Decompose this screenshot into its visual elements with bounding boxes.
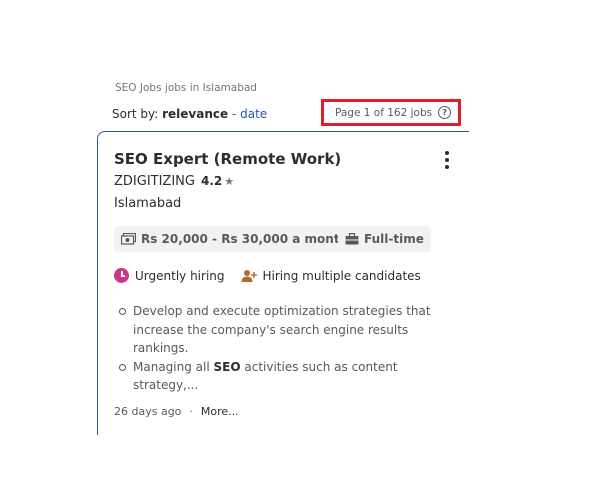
posted-date: 26 days ago xyxy=(114,405,182,418)
more-options-icon[interactable] xyxy=(441,151,453,171)
money-icon xyxy=(121,233,136,245)
job-snippet: Develop and execute optimization strateg… xyxy=(114,302,444,395)
sort-label: Sort by: xyxy=(112,107,163,121)
company-row: ZDIGITIZING 4.2 ★ xyxy=(114,174,234,189)
briefcase-icon xyxy=(345,233,359,245)
help-icon[interactable]: ? xyxy=(438,106,452,119)
job-search-page: SEO Jobs jobs in Islamabad Sort by: rele… xyxy=(0,0,598,488)
sort-date-link[interactable]: date xyxy=(240,107,267,121)
job-type-chip: Full-time xyxy=(338,226,431,252)
more-link[interactable]: More... xyxy=(201,405,239,418)
add-person-icon xyxy=(241,269,257,283)
job-card-footer: 26 days ago · More... xyxy=(114,405,239,418)
snippet-keyword: SEO xyxy=(213,359,241,374)
job-location: Islamabad xyxy=(114,196,182,211)
urgent-hiring-text: Urgently hiring xyxy=(135,268,225,283)
job-type-text: Full-time xyxy=(364,232,424,246)
multiple-candidates-badge: Hiring multiple candidates xyxy=(241,269,421,283)
sort-separator: - xyxy=(228,107,241,121)
job-card[interactable]: SEO Expert (Remote Work) ZDIGITIZING 4.2 ★… xyxy=(97,131,469,435)
snippet-item: Managing all SEO activities such as cont… xyxy=(114,358,444,395)
job-title[interactable]: SEO Expert (Remote Work) xyxy=(114,150,341,168)
snippet-item: Develop and execute optimization strateg… xyxy=(114,302,444,358)
urgent-hiring-badge: Urgently hiring xyxy=(114,268,225,283)
clock-icon xyxy=(114,268,129,283)
salary-chip: Rs 20,000 - Rs 30,000 a month xyxy=(114,226,356,252)
salary-text: Rs 20,000 - Rs 30,000 a month xyxy=(141,232,349,246)
footer-dot: · xyxy=(189,405,193,418)
job-count: Page 1 of 162 jobs xyxy=(335,106,433,119)
search-breadcrumb: SEO Jobs jobs in Islamabad xyxy=(115,82,257,94)
hiring-badges: Urgently hiring Hiring multiple candidat… xyxy=(114,268,421,283)
job-count-highlight: Page 1 of 162 jobs ? xyxy=(321,99,461,126)
sort-options: Sort by: relevance - date xyxy=(112,107,267,121)
sort-relevance: relevance xyxy=(162,107,229,121)
company-rating: 4.2 xyxy=(200,174,223,188)
multiple-candidates-text: Hiring multiple candidates xyxy=(262,268,421,283)
company-name[interactable]: ZDIGITIZING xyxy=(114,174,195,189)
star-icon: ★ xyxy=(224,175,235,188)
